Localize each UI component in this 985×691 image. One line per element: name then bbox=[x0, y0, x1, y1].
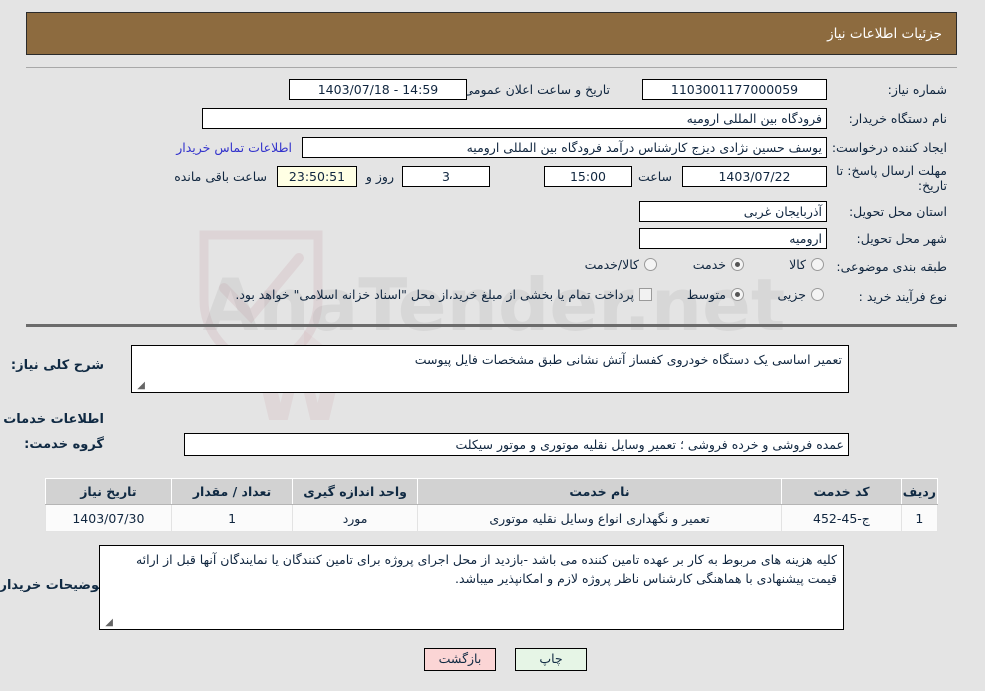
back-button[interactable]: بازگشت bbox=[425, 648, 497, 671]
table-col-radif: ردیف bbox=[901, 478, 940, 505]
city-value: ارومیه bbox=[640, 228, 828, 249]
category-option-label-1: خدمت bbox=[693, 257, 727, 272]
general-desc-label: شرح کلی نیاز: bbox=[11, 358, 105, 373]
category-option-label-0: کالا bbox=[790, 257, 807, 272]
cell-name: تعمیر و نگهداری انواع وسایل نقلیه موتوری bbox=[417, 504, 784, 532]
days-remaining-label: روز و bbox=[366, 169, 395, 184]
cell-qty: 1 bbox=[171, 504, 295, 532]
radio-indicator-motavaset[interactable] bbox=[732, 288, 745, 301]
radio-indicator-khedmat[interactable] bbox=[732, 258, 745, 271]
buyer-notes-value: کلیه هزینه های مربوط به کار بر عهده تامی… bbox=[136, 552, 838, 586]
table-col-name: نام خدمت bbox=[417, 478, 784, 505]
category-option-label-2: کالا/خدمت bbox=[585, 257, 640, 272]
category-radio-khedmat[interactable]: خدمت bbox=[694, 257, 745, 272]
buyer-org-value: فرودگاه بین المللی ارومیه bbox=[203, 108, 828, 129]
treasury-text: پرداخت تمام یا بخشی از مبلغ خرید،از محل … bbox=[236, 287, 635, 302]
countdown-label: ساعت باقی مانده bbox=[175, 169, 268, 184]
cell-code: ج-45-452 bbox=[782, 504, 903, 532]
radio-indicator-kala-khedmat[interactable] bbox=[645, 258, 658, 271]
deadline-label: مهلت ارسال پاسخ: تا تاریخ: bbox=[837, 163, 948, 193]
table-col-unit: واحد اندازه گیری bbox=[293, 478, 419, 505]
general-desc-value: تعمیر اساسی یک دستگاه خودروی کفساز آتش ن… bbox=[415, 352, 843, 367]
buyer-notes-label: توضیحات خریدار: bbox=[0, 578, 105, 593]
public-announce-label: تاریخ و ساعت اعلان عمومی: bbox=[460, 82, 611, 97]
process-label: نوع فرآیند خرید : bbox=[859, 289, 948, 304]
table-col-qty: تعداد / مقدار bbox=[171, 478, 295, 505]
buyer-notes-textarea[interactable]: کلیه هزینه های مربوط به کار بر عهده تامی… bbox=[100, 545, 845, 630]
countdown-value: 23:50:51 bbox=[278, 166, 358, 187]
treasury-checkbox[interactable] bbox=[640, 288, 653, 301]
deadline-date-value: 1403/07/22 bbox=[683, 166, 828, 187]
hour-label: ساعت bbox=[638, 169, 673, 184]
service-group-label: گروه خدمت: bbox=[25, 437, 105, 452]
category-radio-kala-khedmat[interactable]: کالا/خدمت bbox=[586, 257, 658, 272]
province-label: استان محل تحویل: bbox=[849, 204, 948, 219]
cell-date: 1403/07/30 bbox=[46, 504, 173, 532]
table-row: 1 ج-45-452 تعمیر و نگهداری انواع وسایل ن… bbox=[46, 504, 940, 532]
service-group-value: عمده فروشی و خرده فروشی ؛ تعمیر وسایل نق… bbox=[185, 433, 850, 456]
need-info-panel: شماره نیاز: 1103001177000059 تاریخ و ساع… bbox=[27, 67, 958, 327]
days-remaining-value: 3 bbox=[403, 166, 491, 187]
radio-indicator-kala[interactable] bbox=[812, 258, 825, 271]
process-option-label-0: جزیی bbox=[778, 287, 807, 302]
resize-handle-icon-notes[interactable]: ◢ bbox=[104, 618, 114, 628]
page-header: جزئیات اطلاعات نیاز bbox=[27, 12, 958, 55]
table-header-row: ردیف کد خدمت نام خدمت واحد اندازه گیری ت… bbox=[46, 478, 940, 505]
cell-radif: 1 bbox=[901, 504, 940, 532]
cell-unit: مورد bbox=[293, 504, 419, 532]
process-radio-motavaset[interactable]: متوسط bbox=[688, 287, 745, 302]
buyer-contact-link[interactable]: اطلاعات تماس خریدار bbox=[177, 140, 293, 155]
page-title: جزئیات اطلاعات نیاز bbox=[828, 25, 943, 42]
services-table: ردیف کد خدمت نام خدمت واحد اندازه گیری ت… bbox=[46, 478, 940, 532]
hour-value: 15:00 bbox=[545, 166, 633, 187]
category-radio-kala[interactable]: کالا bbox=[790, 257, 825, 272]
table-col-date: تاریخ نیاز bbox=[46, 478, 173, 505]
creator-value: یوسف حسین نژادی دیزج کارشناس درآمد فرودگ… bbox=[303, 137, 828, 158]
resize-handle-icon[interactable]: ◢ bbox=[136, 381, 146, 391]
category-label: طبقه بندی موضوعی: bbox=[837, 259, 948, 274]
treasury-checkbox-group[interactable]: پرداخت تمام یا بخشی از مبلغ خرید،از محل … bbox=[236, 287, 653, 302]
province-value: آذربایجان غربی bbox=[640, 201, 828, 222]
general-desc-textarea[interactable]: تعمیر اساسی یک دستگاه خودروی کفساز آتش ن… bbox=[132, 345, 850, 393]
need-number-value: 1103001177000059 bbox=[643, 79, 828, 100]
public-announce-value: 14:59 - 1403/07/18 bbox=[290, 79, 468, 100]
table-col-code: کد خدمت bbox=[782, 478, 903, 505]
print-button[interactable]: چاپ bbox=[516, 648, 588, 671]
process-radio-jozii[interactable]: جزیی bbox=[778, 287, 825, 302]
city-label: شهر محل تحویل: bbox=[857, 231, 948, 246]
process-option-label-1: متوسط bbox=[687, 287, 727, 302]
radio-indicator-jozii[interactable] bbox=[812, 288, 825, 301]
buyer-org-label: نام دستگاه خریدار: bbox=[849, 111, 948, 126]
need-number-label: شماره نیاز: bbox=[888, 82, 948, 97]
services-info-heading: اطلاعات خدمات مورد نیاز bbox=[0, 412, 105, 427]
creator-label: ایجاد کننده درخواست: bbox=[832, 140, 948, 155]
